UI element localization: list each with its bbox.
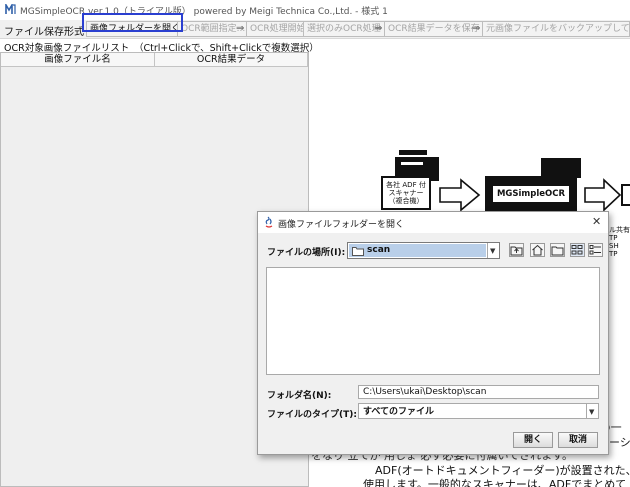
ocr-start-button[interactable]: OCR処理開始 — [246, 21, 310, 37]
location-label: ファイルの場所(I): — [267, 248, 346, 258]
dropdown-button[interactable]: ▼ — [586, 404, 598, 418]
share-text-line: SH — [609, 242, 619, 250]
selected-only-button[interactable]: 選択のみOCR処理 — [303, 21, 385, 37]
open-folder-dialog: 画像ファイルフォルダーを開く ✕ ファイルの場所(I): scan ▼ フォルダ… — [257, 211, 609, 455]
file-list-area[interactable] — [266, 267, 600, 375]
open-button[interactable]: 開く — [513, 432, 553, 448]
flow-arrow-icon: ⇒ — [236, 23, 245, 34]
dialog-title-bar: 画像ファイルフォルダーを開く ✕ — [258, 212, 608, 233]
folder-name-input[interactable]: C:\Users\ukai\Desktop\scan — [358, 385, 599, 399]
chevron-down-icon: ▼ — [589, 408, 595, 416]
dropdown-button[interactable]: ▼ — [487, 243, 499, 258]
scanner-label-box: 各社 ADF 付 スキャナー （複合機） — [381, 176, 431, 210]
flow-arrow-icon: ⇒ — [374, 23, 383, 34]
file-type-value: すべてのファイル — [363, 407, 435, 417]
up-folder-button[interactable] — [509, 243, 524, 257]
paragraph-line: 使用します。一般的なスキャナーは、ADFでまとめて — [363, 478, 627, 487]
menu-save-format[interactable]: 保存形式 — [44, 23, 84, 38]
column-header-ocr-result[interactable]: OCR結果データ — [155, 53, 308, 67]
scanner-label-line: 各社 ADF 付 — [386, 181, 426, 189]
file-type-label: ファイルのタイプ(T): — [267, 410, 357, 420]
java-icon — [265, 216, 273, 228]
share-text: ル共有 TP SH TP — [609, 226, 630, 258]
cancel-button[interactable]: 取消 — [558, 432, 598, 448]
flow-arrow-icon: ⇒ — [472, 23, 481, 34]
home-icon — [532, 244, 543, 256]
backup-delete-button[interactable]: 元画像ファイルをバックアップして削除 — [482, 21, 630, 37]
folder-icon — [352, 247, 364, 256]
arrow-right-icon — [439, 178, 481, 212]
file-type-dropdown[interactable]: すべてのファイル ▼ — [358, 403, 599, 419]
app-logo-icon — [5, 4, 16, 15]
folder-name-label: フォルダ名(N): — [267, 391, 332, 401]
new-folder-button[interactable] — [550, 243, 565, 257]
list-view-icon — [571, 245, 583, 255]
location-value: scan — [367, 245, 391, 255]
new-folder-icon — [551, 246, 564, 256]
close-icon[interactable]: ✕ — [592, 215, 601, 228]
location-dropdown[interactable]: scan ▼ — [347, 242, 500, 259]
scanner-label-line: （複合機） — [388, 197, 424, 205]
scanner-label-line: スキャナー — [388, 189, 424, 197]
share-text-line: TP — [609, 234, 618, 242]
highlight-box — [82, 13, 183, 32]
column-header-filename[interactable]: 画像ファイル名 — [1, 53, 155, 67]
app-label: MGSimpleOCR — [493, 186, 569, 202]
server-icon — [541, 158, 581, 178]
menu-file[interactable]: ファイル — [4, 23, 44, 38]
details-view-icon — [589, 245, 601, 255]
dialog-title: 画像ファイルフォルダーを開く — [278, 220, 405, 230]
share-text-line: TP — [609, 250, 618, 258]
home-button[interactable] — [530, 243, 545, 257]
share-box — [621, 184, 630, 206]
chevron-down-icon: ▼ — [490, 247, 496, 255]
save-results-button[interactable]: OCR結果データを保存 — [384, 21, 484, 37]
paragraph-line: ーシ — [609, 436, 630, 449]
list-view-button[interactable] — [570, 243, 585, 257]
up-folder-icon — [510, 246, 523, 256]
arrow-right-icon — [584, 178, 622, 212]
window-title: MGSimpleOCR ver.1.0（トライアル版） powered by M… — [20, 7, 388, 17]
share-text-line: ル共有 — [609, 226, 630, 234]
details-view-button[interactable] — [588, 243, 603, 257]
